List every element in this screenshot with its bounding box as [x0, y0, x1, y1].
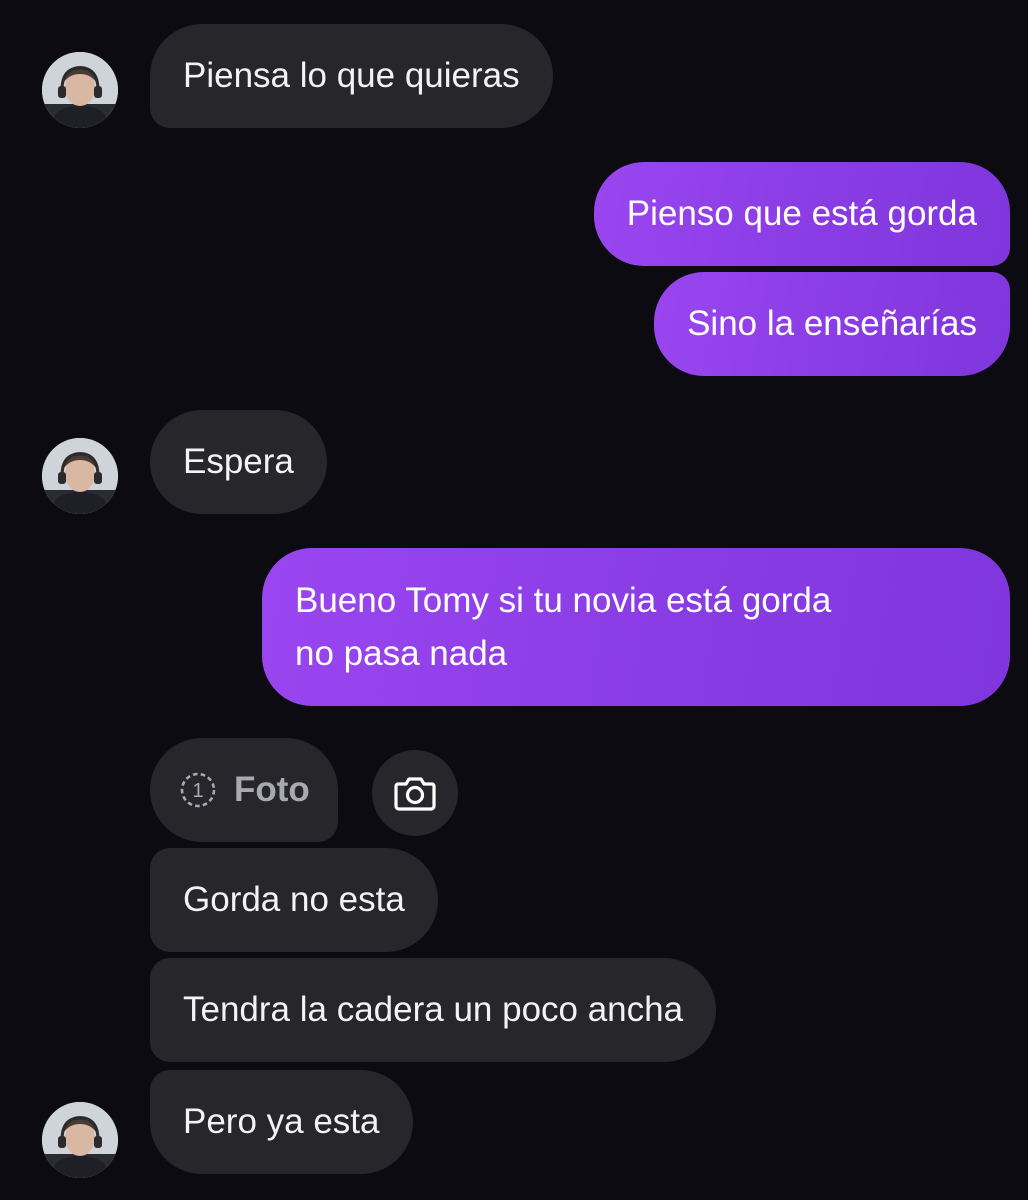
received-message[interactable]: Tendra la cadera un poco ancha: [150, 958, 717, 1062]
message-text: Tendra la cadera un poco ancha: [183, 990, 684, 1029]
sent-message[interactable]: Sino la enseñarías: [654, 272, 1010, 376]
avatar-photo: [42, 438, 118, 514]
message-text: Piensa lo que quieras: [183, 56, 520, 95]
message-line: no pasa nada: [295, 634, 508, 673]
contact-avatar[interactable]: [42, 1102, 118, 1178]
view-once-count: 1: [192, 780, 203, 802]
message-text: Espera: [183, 442, 294, 481]
message-line: Bueno Tomy si tu novia está gorda: [295, 581, 832, 620]
contact-avatar[interactable]: [42, 438, 118, 514]
received-message[interactable]: Gorda no esta: [150, 848, 438, 952]
camera-icon: [394, 777, 436, 811]
message-text: Gorda no esta: [183, 880, 405, 919]
message-text: Pero ya esta: [183, 1102, 380, 1141]
sent-message[interactable]: Bueno Tomy si tu novia está gorda no pas…: [262, 548, 1010, 706]
view-once-icon: 1: [180, 772, 216, 808]
avatar-photo: [42, 1102, 118, 1178]
received-message[interactable]: Pero ya esta: [150, 1070, 413, 1174]
sent-message[interactable]: Pienso que está gorda: [593, 162, 1010, 266]
chat-screen: Piensa lo que quieras Pienso que está go…: [0, 0, 1028, 1200]
message-text: Sino la enseñarías: [687, 304, 977, 343]
received-message[interactable]: Piensa lo que quieras: [150, 24, 553, 128]
camera-button[interactable]: [372, 750, 458, 836]
attachment-label: Foto: [234, 770, 310, 809]
contact-avatar[interactable]: [42, 52, 118, 128]
received-message[interactable]: Espera: [150, 410, 327, 514]
message-text: Pienso que está gorda: [626, 194, 977, 233]
avatar-photo: [42, 52, 118, 128]
photo-attachment[interactable]: 1 Foto: [150, 738, 338, 842]
